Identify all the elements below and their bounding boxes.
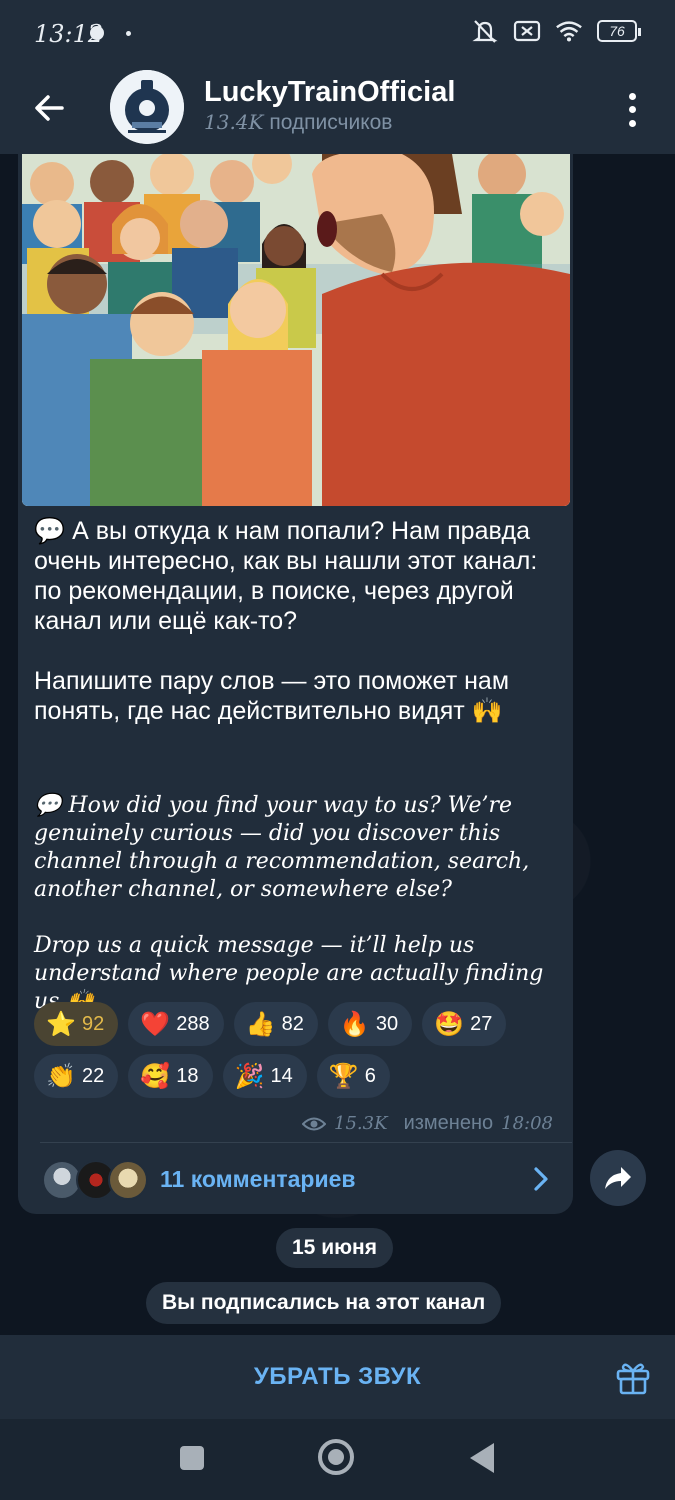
post-ru-paragraph-2: Напишите пару слов — это поможет нам пон… [34,666,554,726]
reaction-trophy[interactable]: 🏆 6 [316,1054,390,1098]
fire-icon: 🔥 [339,1010,370,1038]
no-sim-icon [513,18,541,44]
reaction-fire[interactable]: 🔥 30 [327,1002,413,1046]
speech-balloon-icon: 💬 [34,517,66,545]
subscribers-label: подписчиков [269,111,393,134]
status-bar: 13:12 76 [0,0,675,68]
home-button[interactable] [318,1439,354,1475]
channel-header: LuckyTrainOfficial 13.4K подписчиков [0,68,675,154]
gift-icon [616,1363,650,1395]
en-paragraph-1-text: How did you find your way to us? We’re g… [34,793,530,902]
chevron-right-icon [534,1167,548,1191]
channel-post: 💬 А вы откуда к нам попали? Нам правда о… [18,154,573,1214]
wifi-icon [555,18,583,44]
reaction-thumbs-up[interactable]: 👍 82 [233,1002,318,1046]
channel-title[interactable]: LuckyTrainOfficial [204,76,455,109]
battery-level: 76 [609,23,625,39]
post-meta: 15.3K изменено 18:08 [302,1112,553,1135]
battery-icon: 76 [597,20,641,42]
thumbs-up-icon: 👍 [245,1010,276,1038]
post-illustration[interactable] [22,154,570,506]
reactions-bar: ⭐ 92 ❤️ 288 👍 82 🔥 30 🤩 27 👏 22 🥰 18 🎉 14 🏆 6 [34,1002,564,1098]
edited-label: изменено [403,1112,494,1134]
gift-button[interactable] [613,1357,653,1397]
eye-icon [302,1117,327,1130]
post-text-ru: 💬 А вы откуда к нам попали? Нам правда о… [34,516,554,756]
star-struck-icon: 🤩 [434,1010,465,1038]
reaction-star[interactable]: ⭐ 92 [34,1002,119,1046]
speech-balloon-icon: 💬 [34,793,62,818]
reaction-count: 30 [375,1012,399,1035]
raising-hands-icon: 🙌 [471,697,503,725]
comments-button[interactable]: 11 комментариев [18,1146,573,1212]
date-separator: 15 июня [276,1228,393,1268]
star-icon: ⭐ [46,1010,76,1038]
train-logo-icon [110,70,184,144]
subscribers-line: 13.4K подписчиков [204,110,392,135]
ru-paragraph-1-text: А вы откуда к нам попали? Нам правда оче… [34,517,538,635]
heart-icon: ❤️ [140,1010,171,1038]
reaction-count: 27 [470,1012,493,1035]
reaction-count: 22 [82,1064,105,1087]
notification-dot-icon [126,31,131,36]
reaction-star-struck[interactable]: 🤩 27 [422,1002,507,1046]
reaction-count: 14 [270,1064,293,1087]
reaction-party[interactable]: 🎉 14 [222,1054,307,1098]
back-button[interactable] [30,88,70,128]
crowd-illustration-icon [22,154,570,506]
reaction-heart[interactable]: ❤️ 288 [128,1002,224,1046]
system-back-button[interactable] [470,1443,494,1473]
chrome-icon [90,26,104,40]
bottom-action-bar: УБРАТЬ ЗВУК [0,1335,675,1419]
reaction-count: 6 [364,1064,376,1087]
subscribers-count: 13.4K [204,110,264,134]
commenter-avatars [42,1160,152,1200]
recents-button[interactable] [180,1446,204,1470]
avatar [108,1160,148,1200]
post-en-paragraph-1: 💬 How did you find your way to us? We’re… [34,792,564,904]
system-navigation-bar [0,1419,675,1500]
mute-vibrate-icon [471,18,499,44]
trophy-icon: 🏆 [328,1062,359,1090]
share-button[interactable] [590,1150,646,1206]
divider [40,1142,572,1143]
reaction-love[interactable]: 🥰 18 [128,1054,213,1098]
reaction-clap[interactable]: 👏 22 [34,1054,119,1098]
share-arrow-icon [605,1167,631,1189]
views-count: 15.3K [334,1113,388,1134]
reaction-count: 82 [281,1012,304,1035]
service-message: Вы подписались на этот канал [146,1282,502,1324]
reaction-count: 288 [176,1012,210,1035]
ru-paragraph-2-text: Напишите пару слов — это поможет нам пон… [34,667,510,725]
reaction-count: 18 [176,1064,199,1087]
mute-button[interactable]: УБРАТЬ ЗВУК [0,1335,675,1419]
edited-time: 18:08 [501,1113,553,1134]
reaction-count: 92 [82,1012,105,1035]
comments-label: 11 комментариев [160,1166,356,1192]
clapping-hands-icon: 👏 [46,1062,76,1090]
arrow-left-icon [35,95,64,121]
post-ru-paragraph-1: 💬 А вы откуда к нам попали? Нам правда о… [34,516,554,636]
smiling-hearts-icon: 🥰 [140,1062,171,1090]
more-menu-button[interactable] [617,90,647,130]
party-popper-icon: 🎉 [234,1062,265,1090]
channel-avatar[interactable] [110,70,184,144]
